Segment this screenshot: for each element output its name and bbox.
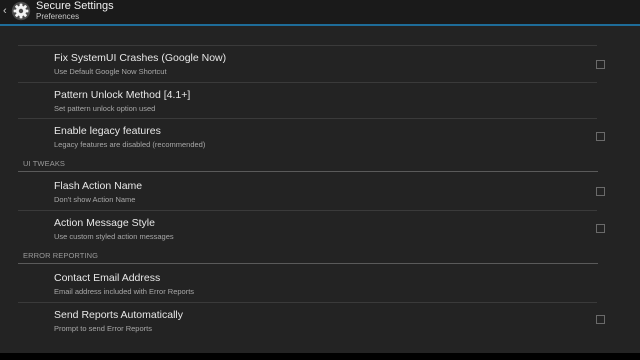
checkbox[interactable] bbox=[596, 224, 605, 233]
bottom-strip bbox=[0, 353, 640, 360]
pref-title: Pattern Unlock Method [4.1+] bbox=[54, 89, 191, 101]
pref-pattern-unlock-method[interactable]: Pattern Unlock Method [4.1+] Set pattern… bbox=[18, 83, 598, 119]
checkbox[interactable] bbox=[596, 132, 605, 141]
pref-title: Flash Action Name bbox=[54, 180, 143, 192]
category-divider bbox=[18, 171, 598, 172]
pref-enable-legacy-features[interactable]: Enable legacy features Legacy features a… bbox=[18, 119, 605, 155]
pref-summary: Legacy features are disabled (recommende… bbox=[54, 140, 206, 149]
app-subtitle: Preferences bbox=[36, 12, 80, 21]
gear-icon bbox=[11, 1, 31, 21]
pref-summary: Prompt to send Error Reports bbox=[54, 324, 152, 333]
up-button[interactable]: ‹ bbox=[0, 0, 34, 24]
pref-summary: Use Default Google Now Shortcut bbox=[54, 67, 167, 76]
pref-fix-systemui-crashes[interactable]: Fix SystemUI Crashes (Google Now) Use De… bbox=[18, 46, 605, 82]
pref-title: Action Message Style bbox=[54, 217, 155, 229]
pref-action-message-style[interactable]: Action Message Style Use custom styled a… bbox=[18, 211, 605, 247]
checkbox[interactable] bbox=[596, 187, 605, 196]
pref-summary: Set pattern unlock option used bbox=[54, 104, 156, 113]
pref-summary: Email address included with Error Report… bbox=[54, 287, 195, 296]
preferences-panel: Fix SystemUI Crashes (Google Now) Use De… bbox=[0, 26, 640, 353]
chevron-left-icon: ‹ bbox=[3, 5, 7, 17]
pref-summary: Don't show Action Name bbox=[54, 195, 136, 204]
pref-contact-email-address[interactable]: Contact Email Address Email address incl… bbox=[18, 266, 598, 302]
screen: ‹ Secure Settings Preferences Fix System… bbox=[0, 0, 640, 360]
category-header-error-reporting: ERROR REPORTING bbox=[23, 251, 99, 260]
pref-title: Enable legacy features bbox=[54, 125, 161, 137]
pref-send-reports-automatically[interactable]: Send Reports Automatically Prompt to sen… bbox=[18, 303, 605, 339]
pref-flash-action-name[interactable]: Flash Action Name Don't show Action Name bbox=[18, 174, 605, 210]
checkbox[interactable] bbox=[596, 315, 605, 324]
pref-summary: Use custom styled action messages bbox=[54, 232, 174, 241]
pref-title: Contact Email Address bbox=[54, 272, 161, 284]
category-header-ui-tweaks: UI TWEAKS bbox=[23, 159, 66, 168]
pref-title: Fix SystemUI Crashes (Google Now) bbox=[54, 52, 227, 64]
action-bar: ‹ Secure Settings Preferences bbox=[0, 0, 640, 26]
category-divider bbox=[18, 263, 598, 264]
pref-title: Send Reports Automatically bbox=[54, 309, 183, 321]
checkbox[interactable] bbox=[596, 60, 605, 69]
